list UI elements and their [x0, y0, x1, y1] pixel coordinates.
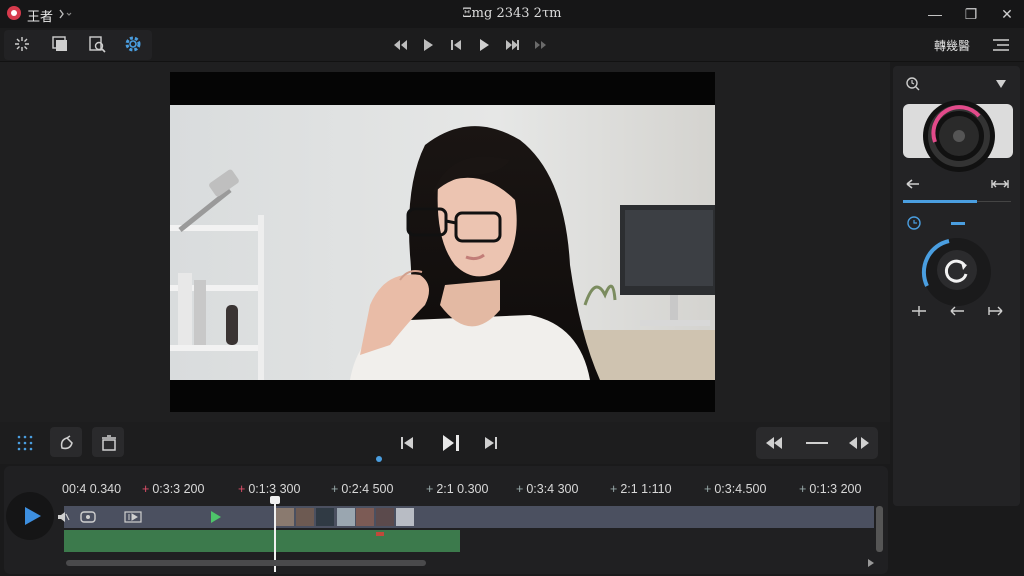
title-bar: 王者 Ξmg 2343 2τm — ❐ ✕	[0, 0, 1024, 28]
clip-thumbnail[interactable]	[376, 508, 394, 526]
inspector-panel	[893, 66, 1020, 506]
preview-panel	[0, 62, 890, 422]
video-track[interactable]	[64, 506, 874, 528]
timeline-controls	[0, 422, 890, 464]
minimize-button[interactable]: —	[924, 4, 946, 24]
zoom-fit-icon[interactable]	[848, 435, 870, 451]
timecode-tick: +0:1:3 300	[238, 482, 301, 496]
timecode-tick: 00:4 0.340	[62, 482, 122, 496]
arrow-left-small-icon[interactable]	[949, 304, 965, 318]
main-toolbar: 轉幾醫	[0, 28, 1024, 62]
minus-indicator[interactable]	[951, 222, 965, 225]
play-icon	[25, 507, 41, 525]
timecode-tick: +0:1:3 200	[799, 482, 862, 496]
timecode-tick: +2:1 0.300	[426, 482, 489, 496]
clip-thumbnail[interactable]	[296, 508, 314, 526]
rewind-icon[interactable]	[392, 37, 408, 53]
progress-track	[977, 201, 1011, 202]
close-button[interactable]: ✕	[996, 4, 1018, 24]
zoom-out-icon[interactable]	[764, 435, 784, 451]
timecode-tick: +0:3:4 300	[516, 482, 579, 496]
skip-icon[interactable]	[533, 37, 549, 53]
fast-forward-icon[interactable]	[504, 37, 520, 53]
clock-icon[interactable]	[907, 216, 921, 230]
video-frame[interactable]	[170, 72, 715, 412]
timeline-play-button[interactable]	[6, 492, 54, 540]
align-icon[interactable]	[911, 304, 927, 318]
track-transition-icon[interactable]	[124, 510, 142, 524]
track-eye-icon[interactable]	[80, 510, 98, 524]
audio-track[interactable]	[64, 530, 460, 552]
reset-dial-knob[interactable]	[919, 234, 995, 310]
timecode-tick: +0:3:3 200	[142, 482, 205, 496]
window-title: Ξmg 2343 2τm	[462, 6, 562, 21]
search-doc-icon[interactable]	[87, 34, 107, 54]
previous-icon[interactable]	[398, 434, 416, 452]
expand-icon[interactable]	[991, 178, 1009, 190]
arrow-right-icon[interactable]	[988, 304, 1004, 318]
timeline[interactable]: 00:4 0.340 +0:3:3 200 +0:1:3 300 +0:2:4 …	[4, 466, 888, 574]
clip-thumbnail[interactable]	[337, 508, 355, 526]
grid-icon[interactable]	[16, 434, 34, 452]
next-icon[interactable]	[482, 434, 500, 452]
clip-thumbnail[interactable]	[276, 508, 294, 526]
clip-marker-icon[interactable]	[208, 510, 222, 524]
clip-thumbnail[interactable]	[356, 508, 374, 526]
maximize-button[interactable]: ❐	[960, 4, 982, 24]
preset-label[interactable]: 轉幾醫	[934, 37, 970, 54]
clip-thumbnail[interactable]	[396, 508, 414, 526]
scroll-right-icon[interactable]	[866, 558, 876, 568]
step-back-icon[interactable]	[448, 37, 464, 53]
timecode-tick: +0:3:4.500	[704, 482, 767, 496]
trash-icon[interactable]	[100, 434, 118, 452]
vertical-scrollbar[interactable]	[876, 506, 883, 552]
clip-thumbnail[interactable]	[316, 508, 334, 526]
audio-marker	[376, 532, 384, 536]
playhead-handle[interactable]	[270, 496, 280, 504]
position-indicator	[376, 456, 382, 462]
sparkle-icon[interactable]	[12, 34, 32, 54]
play-pause-icon[interactable]	[440, 433, 462, 453]
play-icon[interactable]	[476, 37, 492, 53]
arrow-left-icon[interactable]	[905, 178, 921, 190]
track-mute-icon[interactable]	[56, 510, 70, 524]
settings-icon[interactable]	[123, 34, 143, 54]
zoom-slider[interactable]	[806, 442, 828, 444]
timecode-tick: +2:1 1:110	[610, 482, 672, 496]
play-icon[interactable]	[420, 37, 436, 53]
timecode-tick: +0:2:4 500	[331, 482, 394, 496]
layers-icon[interactable]	[50, 34, 70, 54]
color-dial-knob[interactable]	[921, 98, 997, 174]
menu-icon[interactable]	[992, 36, 1010, 54]
progress-indicator	[903, 200, 977, 203]
horizontal-scrollbar[interactable]	[66, 560, 426, 566]
preview-image	[170, 105, 715, 380]
collapse-icon[interactable]	[995, 78, 1007, 90]
zoom-icon[interactable]	[905, 76, 921, 92]
ripple-edit-icon[interactable]	[58, 434, 76, 452]
